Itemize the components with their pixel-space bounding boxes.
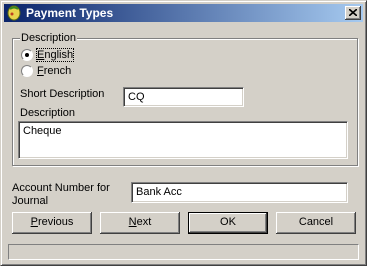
radio-french[interactable]: [21, 65, 33, 77]
payment-types-dialog: Payment Types Description English French…: [0, 0, 367, 266]
radio-selected-dot: [25, 53, 29, 57]
description-group-legend: Description: [20, 32, 78, 44]
account-number-label-line2: Journal: [12, 195, 49, 207]
previous-button[interactable]: Previous: [12, 212, 92, 234]
short-description-label: Short Description: [20, 88, 105, 100]
next-rest: ext: [136, 216, 152, 228]
status-bar: [8, 244, 359, 260]
radio-french-label[interactable]: French: [37, 65, 71, 77]
description-textarea[interactable]: Cheque: [18, 121, 348, 159]
account-number-label-line1: Account Number for: [12, 182, 110, 194]
window-title: Payment Types: [26, 6, 114, 20]
description-label: Description: [20, 107, 76, 119]
radio-french-rest: rench: [43, 65, 72, 77]
app-icon: [6, 5, 22, 21]
radio-english[interactable]: [21, 49, 33, 61]
short-description-input[interactable]: CQ: [123, 87, 244, 107]
radio-english-label[interactable]: English: [35, 48, 75, 62]
next-button[interactable]: Next: [100, 212, 180, 234]
next-mnemonic: N: [128, 216, 137, 228]
previous-rest: revious: [37, 216, 74, 228]
radio-english-rest: nglish: [44, 49, 74, 61]
close-button[interactable]: [345, 6, 361, 20]
radio-french-mnemonic: F: [37, 65, 44, 77]
ok-button[interactable]: OK: [188, 212, 268, 234]
account-number-input[interactable]: Bank Acc: [131, 182, 348, 203]
close-icon: [349, 9, 357, 16]
previous-mnemonic: P: [30, 216, 38, 228]
cancel-button[interactable]: Cancel: [276, 212, 356, 234]
title-bar[interactable]: Payment Types: [4, 4, 363, 22]
